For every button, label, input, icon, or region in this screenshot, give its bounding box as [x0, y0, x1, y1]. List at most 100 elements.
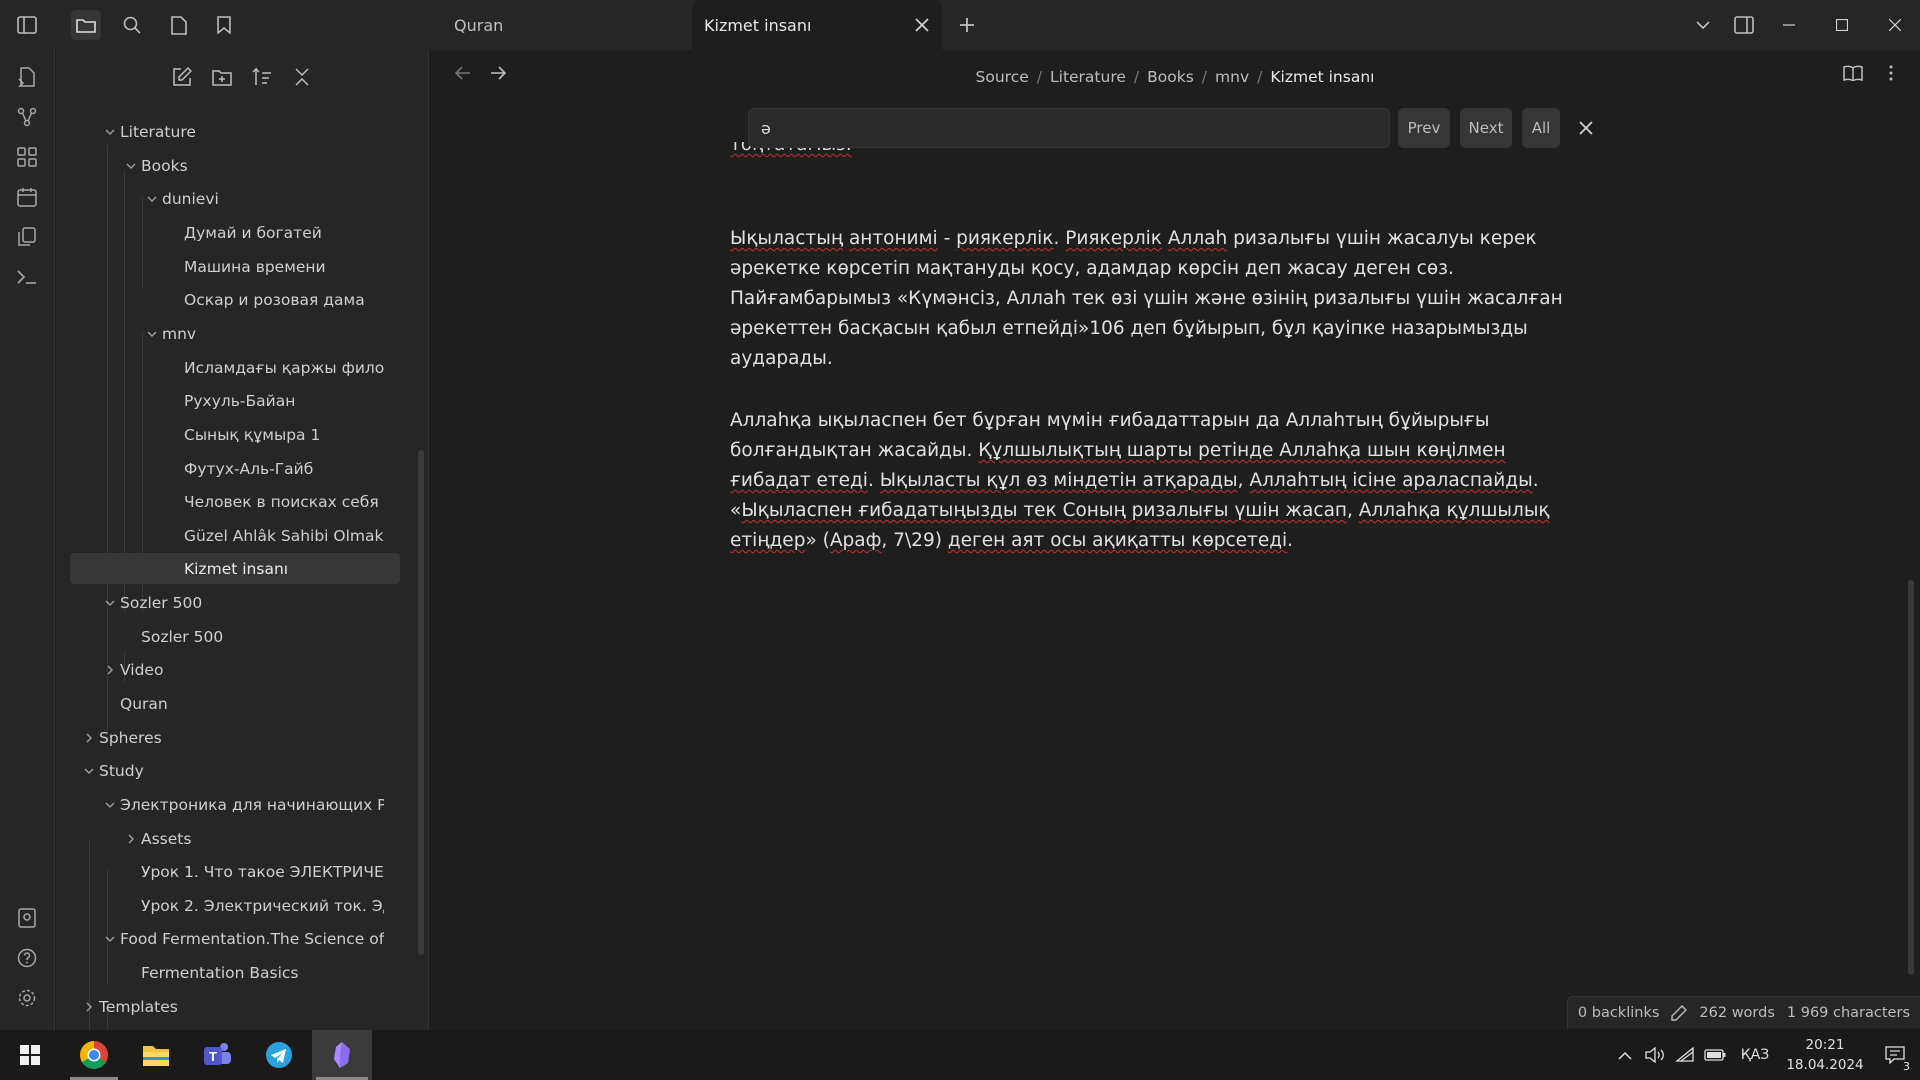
chevron-down-icon: [84, 767, 94, 774]
new-folder-icon[interactable]: [209, 64, 235, 90]
notifications-icon[interactable]: 3: [1870, 1046, 1920, 1073]
new-note-icon[interactable]: [169, 64, 195, 90]
maximize-icon[interactable]: [1827, 10, 1857, 40]
paragraph: Ықыластың антонимі - риякерлік. Риякерлі…: [730, 224, 1580, 374]
editor-scrollbar[interactable]: [1908, 580, 1914, 975]
tab-kizmet-insani[interactable]: Kizmet insanı: [692, 0, 942, 50]
window-close-icon[interactable]: [1880, 10, 1910, 40]
close-icon[interactable]: [1574, 116, 1598, 140]
edit-pencil-icon[interactable]: [1671, 1004, 1688, 1021]
copy-icon[interactable]: [14, 224, 40, 250]
file-explorer: Literature Books dunievi Думай и богатей…: [56, 50, 429, 1040]
vault-switcher-icon[interactable]: [14, 905, 40, 931]
breadcrumb-item[interactable]: mnv: [1211, 68, 1253, 86]
chevron-right-icon: [128, 833, 135, 844]
file-item[interactable]: Оскар и розовая дама: [74, 284, 384, 315]
tab-label: Quran: [454, 15, 504, 35]
note-content[interactable]: Ықыластың антонимі - риякерлік. Риякерлі…: [730, 224, 1580, 588]
file-item[interactable]: Футух-Аль-Гайб: [74, 453, 384, 484]
chevron-up-icon[interactable]: [1610, 1051, 1640, 1060]
open-quick-switcher-icon[interactable]: [14, 64, 40, 90]
search-input[interactable]: [748, 108, 1390, 148]
next-button[interactable]: Next: [1460, 108, 1512, 148]
breadcrumb-item[interactable]: Source: [972, 68, 1033, 86]
file-item[interactable]: Думай и богатей: [74, 217, 384, 248]
file-explorer-icon[interactable]: [128, 1030, 184, 1080]
file-item[interactable]: Fermentation Basics: [74, 957, 384, 988]
more-options-icon[interactable]: [1878, 60, 1904, 86]
file-item[interactable]: Исламдағы қаржы филос...: [74, 352, 384, 383]
text-span: Аллаһ: [1167, 228, 1228, 249]
folder-sozler-500[interactable]: Sozler 500: [74, 587, 384, 618]
chevron-down-icon: [147, 330, 157, 337]
sort-icon[interactable]: [249, 64, 275, 90]
folder-assets[interactable]: Assets: [74, 823, 384, 854]
file-item[interactable]: Урок 2. Электрический ток. ЭД...: [74, 890, 384, 921]
file-item[interactable]: Человек в поисках себя: [74, 486, 384, 517]
plus-icon[interactable]: [952, 10, 982, 40]
backlinks-count[interactable]: 0 backlinks: [1578, 1005, 1660, 1021]
chevron-down-icon: [105, 599, 115, 606]
text-span: ,: [1347, 500, 1359, 521]
tree-item-label: Food Fermentation.The Science of ...: [120, 929, 384, 948]
folder-dunievi[interactable]: dunievi: [74, 183, 384, 214]
file-item[interactable]: Машина времени: [74, 251, 384, 282]
file-item[interactable]: Güzel Ahlâk Sahibi Olmak: [74, 520, 384, 551]
search-icon[interactable]: [117, 10, 147, 40]
chrome-icon[interactable]: [66, 1030, 122, 1080]
tree-item-label: Quran: [120, 694, 168, 713]
chevron-down-icon: [147, 195, 157, 202]
tab-label: Kizmet insanı: [704, 15, 812, 35]
terminal-icon[interactable]: [14, 264, 40, 290]
folder-video[interactable]: Video: [74, 654, 384, 685]
telegram-icon[interactable]: [251, 1030, 307, 1080]
file-item[interactable]: Сынық құмыра 1: [74, 419, 384, 450]
file-item[interactable]: Quran: [74, 688, 384, 719]
folder-mnv[interactable]: mnv: [74, 318, 384, 349]
character-count: 1 969 characters: [1786, 1004, 1910, 1021]
file-item[interactable]: Рухуль-Байан: [74, 385, 384, 416]
right-sidebar-toggle-icon[interactable]: [1729, 10, 1759, 40]
file-item[interactable]: Урок 1. Что такое ЭЛЕКТРИЧЕС...: [74, 856, 384, 887]
bookmark-icon[interactable]: [209, 10, 239, 40]
folder-icon[interactable]: [71, 10, 101, 40]
tab-quran[interactable]: Quran: [420, 0, 690, 50]
close-icon[interactable]: [914, 17, 930, 33]
folder-templates[interactable]: Templates: [74, 991, 384, 1022]
teams-icon[interactable]: T: [189, 1030, 245, 1080]
minimize-icon[interactable]: [1774, 10, 1804, 40]
volume-icon[interactable]: [1640, 1047, 1670, 1063]
sidebar-toggle-icon[interactable]: [12, 10, 42, 40]
canvas-icon[interactable]: [14, 144, 40, 170]
file-icon[interactable]: [164, 10, 194, 40]
file-item-active[interactable]: Kizmet insanı: [70, 553, 400, 584]
file-item[interactable]: Sozler 500: [74, 621, 384, 652]
breadcrumb-item[interactable]: Books: [1143, 68, 1198, 86]
breadcrumb-current[interactable]: Kizmet insanı: [1266, 68, 1378, 86]
windows-start-icon[interactable]: [2, 1030, 58, 1080]
settings-gear-icon[interactable]: [14, 985, 40, 1011]
text-span: Ықыласпен ғибадатыңызды тек Соның ризалы…: [741, 500, 1347, 521]
sidebar-scrollbar[interactable]: [418, 450, 424, 955]
clock[interactable]: 20:21 18.04.2024: [1780, 1035, 1870, 1075]
collapse-all-icon[interactable]: [289, 64, 315, 90]
calendar-icon[interactable]: [14, 184, 40, 210]
obsidian-icon[interactable]: [312, 1030, 372, 1080]
breadcrumb-item[interactable]: Literature: [1046, 68, 1130, 86]
battery-icon[interactable]: [1700, 1049, 1730, 1061]
language-indicator[interactable]: ҚАЗ: [1730, 1047, 1780, 1063]
graph-view-icon[interactable]: [14, 104, 40, 130]
folder-spheres[interactable]: Spheres: [74, 722, 384, 753]
all-button[interactable]: All: [1522, 108, 1560, 148]
folder-study[interactable]: Study: [74, 755, 384, 786]
help-icon[interactable]: [14, 945, 40, 971]
prev-button[interactable]: Prev: [1398, 108, 1450, 148]
folder-food-fermentation[interactable]: Food Fermentation.The Science of ...: [74, 923, 384, 954]
chevron-down-icon[interactable]: [1688, 10, 1718, 40]
wifi-icon[interactable]: [1670, 1047, 1700, 1063]
windows-taskbar: T ҚАЗ 20:21 18.04.2024 3: [0, 1030, 1920, 1080]
folder-literature[interactable]: Literature: [74, 116, 384, 147]
reading-view-icon[interactable]: [1840, 60, 1866, 86]
folder-electronics[interactable]: Электроника для начинающих Pla...: [74, 789, 384, 820]
folder-books[interactable]: Books: [74, 150, 384, 181]
